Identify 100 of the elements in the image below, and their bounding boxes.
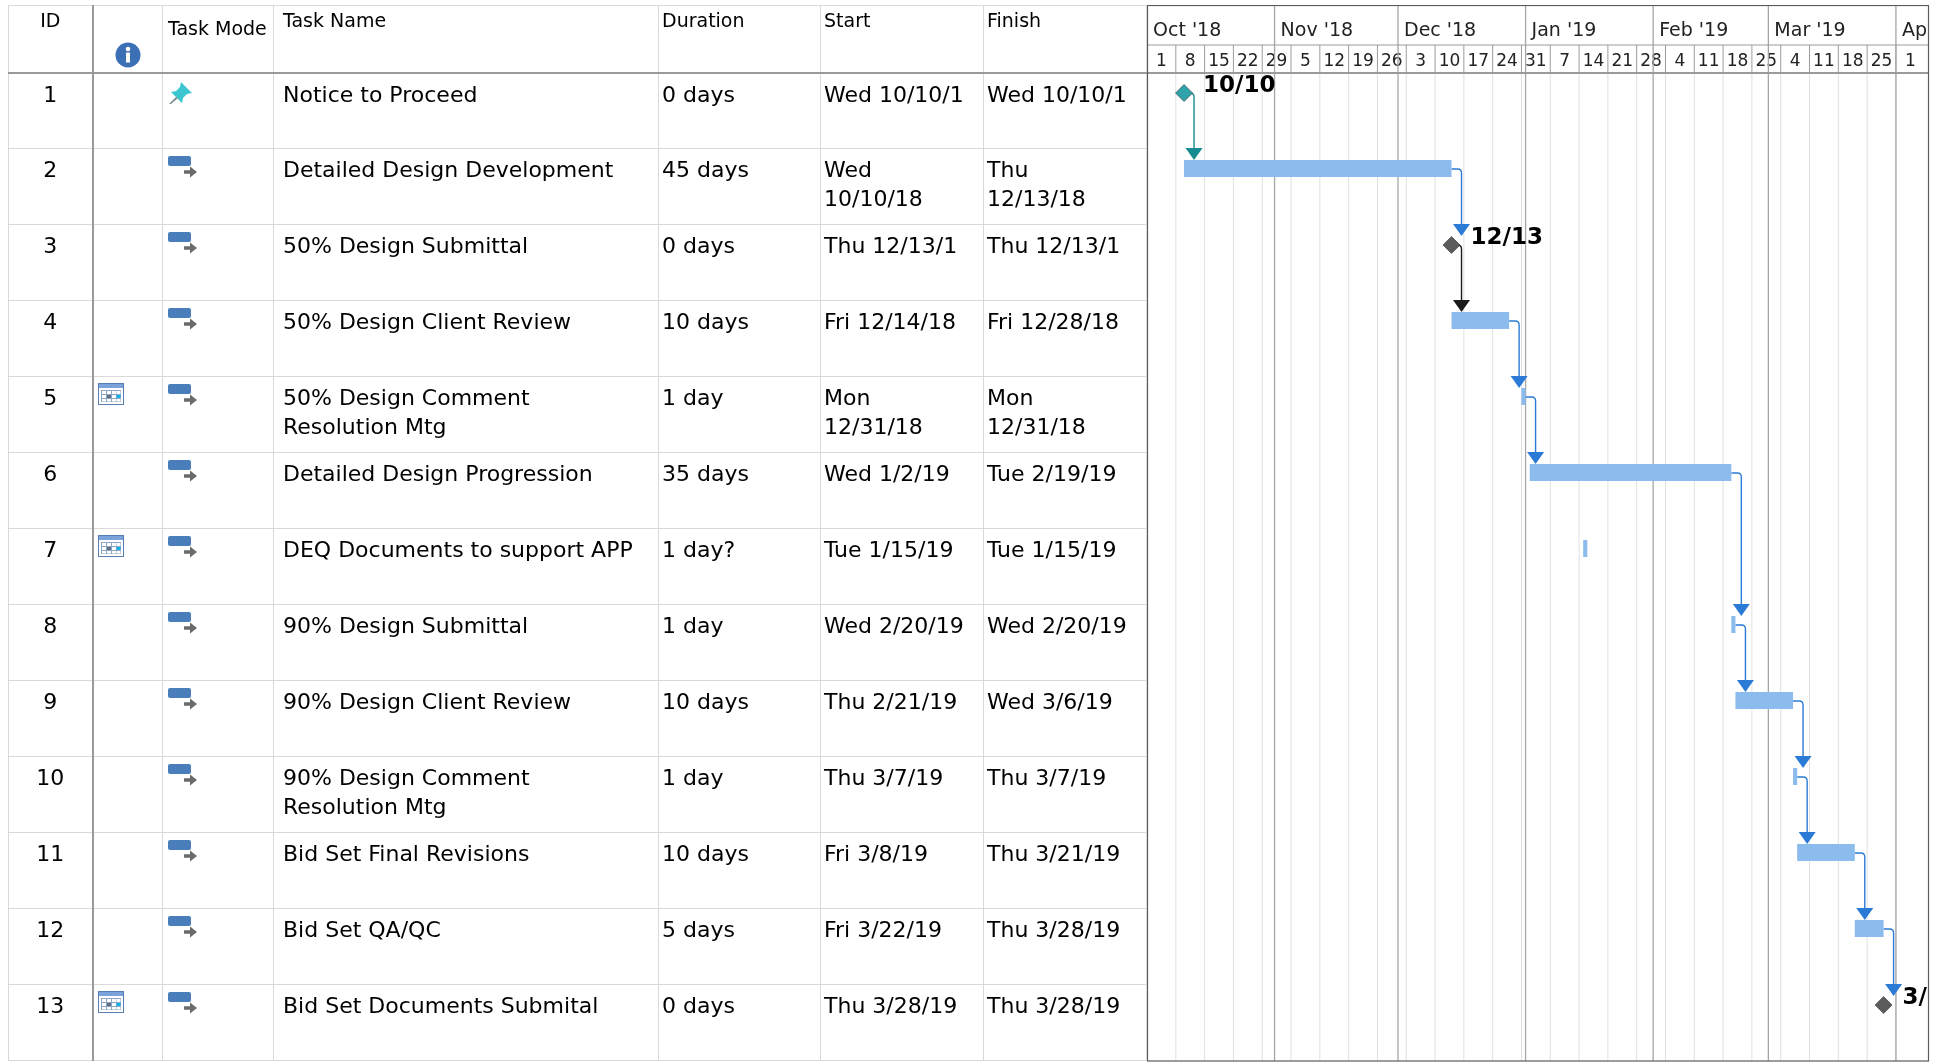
table-cell: 1 day [658,604,821,681]
task-name: Detailed Design Development [273,148,659,225]
link-arrow [1524,396,1545,464]
week-label: 15 [1208,50,1230,70]
table-cell: Thu 3/21/19 [983,832,1147,909]
week-label: 12 [1323,50,1346,70]
table-cell: 45 days [658,148,821,225]
table-cell: Mon 12/31/18 [983,376,1147,453]
table-cell: Wed 10/10/1 [983,72,1147,149]
month-label: Feb '19 [1659,18,1729,40]
task-name: 90% Design Client Review [273,680,659,757]
row-number: 10 [8,756,93,833]
row-number: 1 [8,72,93,149]
table-cell: 35 days [658,452,821,529]
table-cell: Fri 12/28/18 [983,300,1147,377]
table-cell: Thu 12/13/18 [983,148,1147,225]
week-label: 25 [1870,50,1893,70]
table-cell: 5 days [658,908,821,985]
table-cell: 10 days [658,680,821,757]
table-cell: Thu 3/28/19 [983,908,1147,985]
task-bar[interactable] [1854,920,1884,937]
table-cell: Fri 3/8/19 [820,832,984,909]
table-cell: Mon 12/31/18 [820,376,984,453]
calendar-icon [97,535,124,557]
milestone-marker[interactable] [1175,84,1193,102]
week-label: 18 [1726,50,1749,70]
column-header[interactable]: Task Name [273,5,659,73]
row-number: 3 [8,224,93,301]
link-arrow [1508,320,1528,388]
task-bar[interactable] [1529,464,1732,481]
table-cell: 0 days [658,984,821,1061]
table-cell: Thu 12/13/1 [820,224,984,301]
week-label: 31 [1525,50,1547,70]
table-cell: 0 days [658,72,821,149]
task-name: DEQ Documents to support APP [273,528,659,605]
month-label: Mar '19 [1774,18,1846,40]
month-label: Oct '18 [1153,18,1222,40]
table-cell: 1 day [658,376,821,453]
table-cell: Wed 2/20/19 [820,604,984,681]
calendar-icon [97,383,124,405]
week-label: 11 [1813,50,1835,70]
week-label: 5 [1300,50,1311,70]
week-label: 28 [1640,50,1662,70]
milestone-marker[interactable] [1442,236,1461,254]
task-bar[interactable] [1184,160,1452,177]
table-cell: Wed 3/6/19 [983,680,1147,757]
table-cell: Thu 3/28/19 [820,984,984,1061]
week-label: 21 [1611,50,1634,70]
table-cell: Wed 2/20/19 [983,604,1147,681]
table-cell: 1 day? [658,528,821,605]
info-icon [114,41,141,68]
table-cell: Thu 2/21/19 [820,680,984,757]
column-header[interactable]: Finish [983,5,1147,73]
table-cell: 0 days [658,224,821,301]
row-number: 13 [8,984,93,1061]
table-cell: Thu 3/7/19 [820,756,984,833]
row-number: 12 [8,908,93,985]
task-name: 50% Design Submittal [273,224,659,301]
week-label: 4 [1674,50,1686,70]
link-arrow [1734,624,1754,692]
week-label: 29 [1265,50,1288,70]
link-arrow [1882,928,1903,996]
column-header[interactable]: Start [820,5,984,73]
row-number: 4 [8,300,93,377]
month-label: Jan '19 [1531,18,1597,40]
week-label: 3 [1415,50,1427,70]
task-name: 50% Design Comment Resolution Mtg [273,376,659,453]
task-bar[interactable] [1793,768,1798,785]
column-header[interactable]: Task Mode [162,5,274,73]
week-label: 1 [1904,50,1916,70]
task-bar[interactable] [1451,312,1510,329]
task-name: 90% Design Comment Resolution Mtg [273,756,659,833]
link-arrow [1792,700,1812,768]
week-label: 17 [1467,50,1490,70]
table-cell: Fri 12/14/18 [820,300,984,377]
week-label: 22 [1237,50,1259,70]
row-number: 8 [8,604,93,681]
table-cell: Thu 12/13/1 [983,224,1147,301]
column-header[interactable]: Duration [658,5,821,73]
task-bar[interactable] [1731,616,1736,633]
date-label: 10/10 [1203,71,1276,97]
month-label: Nov '18 [1280,18,1354,40]
link-arrow [1854,852,1874,920]
task-bar[interactable] [1583,540,1588,557]
milestone-marker[interactable] [1874,996,1893,1014]
week-label: 18 [1841,50,1864,70]
week-label: 7 [1559,50,1571,70]
row-number: 6 [8,452,93,529]
table-cell: 1 day [658,756,821,833]
task-bar[interactable] [1521,388,1526,405]
table-cell: Fri 3/22/19 [820,908,984,985]
table-cell: Thu 3/28/19 [983,984,1147,1061]
task-bar[interactable] [1735,692,1794,709]
date-label: 12/13 [1470,223,1543,249]
week-label: 4 [1789,50,1801,70]
table-cell: Wed 10/10/18 [820,148,984,225]
table-cell: Tue 1/15/19 [983,528,1147,605]
column-header[interactable]: ID [8,5,93,73]
task-bar[interactable] [1797,844,1855,861]
task-name: 50% Design Client Review [273,300,659,377]
